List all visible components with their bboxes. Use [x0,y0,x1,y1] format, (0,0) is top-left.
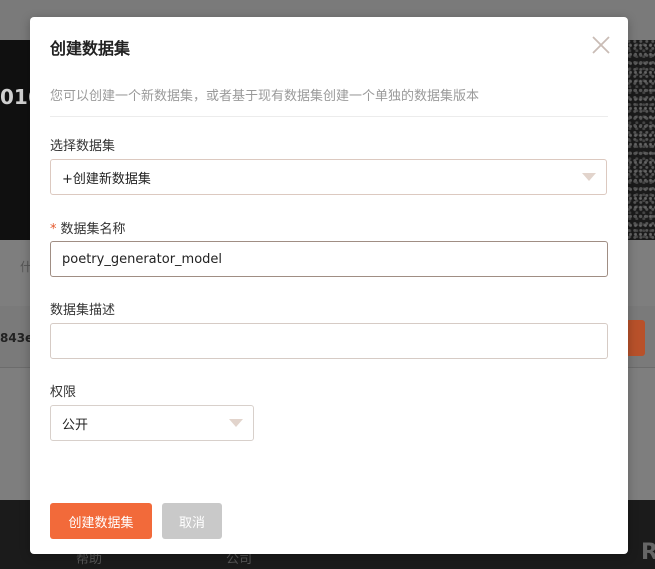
create-dataset-dialog: 创建数据集 您可以创建一个新数据集，或者基于现有数据集创建一个单独的数据集版本 … [30,17,628,554]
background-action-button [626,320,645,356]
dialog-title: 创建数据集 [50,39,131,58]
close-button[interactable] [590,34,612,56]
permission-dropdown[interactable]: 公开 [50,405,254,441]
divider [50,116,608,117]
select-dataset-value: +创建新数据集 [62,171,151,187]
dataset-name-label-text: 数据集名称 [60,222,126,237]
background-footer-logo: R [641,540,655,565]
dataset-description-label: 数据集描述 [50,303,116,318]
dialog-description: 您可以创建一个新数据集，或者基于现有数据集创建一个单独的数据集版本 [50,89,480,104]
permission-label: 权限 [50,385,77,400]
chevron-down-icon [582,173,596,181]
dataset-name-input[interactable] [50,241,608,277]
cancel-button[interactable]: 取消 [162,503,222,539]
chevron-down-icon [229,419,243,427]
background-row-id: 843e [0,331,34,345]
select-dataset-label: 选择数据集 [50,139,116,154]
dataset-name-label: * 数据集名称 [50,218,126,237]
required-mark: * [50,222,57,237]
select-dataset-dropdown[interactable]: +创建新数据集 [50,159,607,195]
background-hero-image [627,40,655,240]
create-dataset-button[interactable]: 创建数据集 [50,503,152,539]
permission-value: 公开 [62,417,89,433]
dataset-description-input[interactable] [50,323,608,359]
close-icon [592,36,610,54]
